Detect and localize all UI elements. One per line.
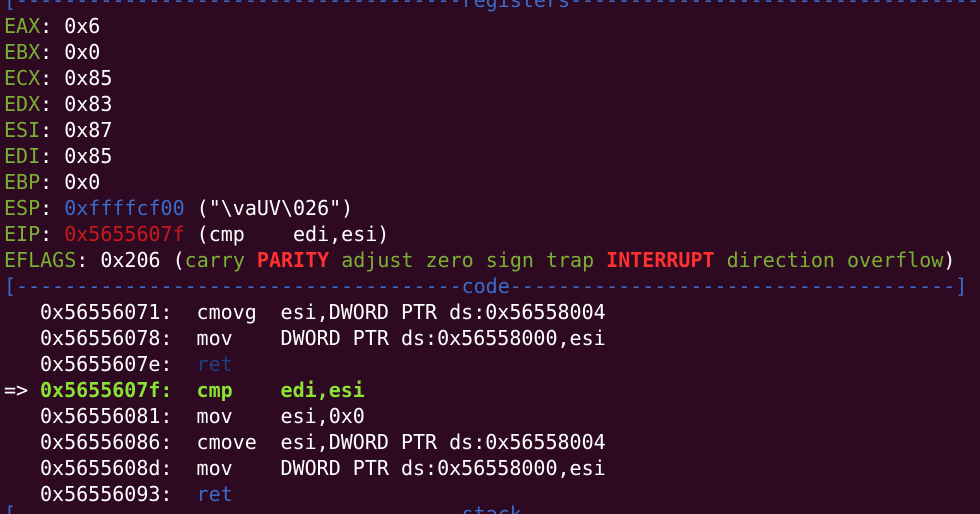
register-value: 0x5655607f	[64, 222, 185, 246]
code-separator: [-------------------------------------co…	[4, 274, 968, 298]
instruction-operands: esi,DWORD PTR ds:0x56558004	[280, 430, 606, 454]
flag-trap: trap	[545, 248, 595, 272]
stack-dashes-right: ---------------------------------------]	[521, 502, 980, 514]
register-deref: (cmp edi,esi)	[184, 222, 390, 246]
instruction-operands: edi,esi	[280, 378, 365, 402]
instruction-mnemonic: cmp	[196, 378, 233, 402]
instruction-operands: esi,DWORD PTR ds:0x56558004	[280, 300, 606, 324]
code-dashes-right: -------------------------------------]	[509, 274, 968, 298]
instruction-line: 0x56556078: mov DWORD PTR ds:0x56558000,e…	[4, 325, 606, 351]
register-value: 0xffffcf00	[64, 196, 185, 220]
register-edi: EDI: 0x85	[4, 144, 113, 168]
register-ecx: ECX: 0x85	[4, 66, 113, 90]
instruction-operands: esi,0x0	[280, 404, 365, 428]
flag-adjust: adjust	[341, 248, 414, 272]
register-name: EBX	[4, 40, 41, 64]
instruction-address: 0x5655607f:	[40, 378, 173, 402]
instruction-line: 0x5655608d: mov DWORD PTR ds:0x56558000,e…	[4, 455, 606, 481]
flag-overflow: overflow	[847, 248, 944, 272]
register-value: 0x6	[64, 14, 101, 38]
instruction-operands: DWORD PTR ds:0x56558000,esi	[280, 456, 606, 480]
register-edx: EDX: 0x83	[4, 92, 113, 116]
register-eip: EIP: 0x5655607f (cmp edi,esi)	[4, 222, 390, 246]
instruction-mnemonic: mov	[196, 404, 233, 428]
flag-zero: zero	[425, 248, 474, 272]
instruction-operands: DWORD PTR ds:0x56558000,esi	[280, 326, 606, 350]
eflags-value: 0x206	[100, 248, 161, 272]
register-ebp: EBP: 0x0	[4, 170, 101, 194]
instruction-line: 0x56556071: cmovg esi,DWORD PTR ds:0x5655…	[4, 299, 606, 325]
flag-carry: carry	[184, 248, 245, 272]
register-name: EIP	[4, 222, 41, 246]
register-name: ESP	[4, 196, 41, 220]
register-value: 0x0	[64, 170, 101, 194]
flag-direction: direction	[726, 248, 835, 272]
instruction-mnemonic: ret	[196, 352, 233, 376]
instruction-address: 0x5655608d:	[40, 456, 173, 480]
register-esi: ESI: 0x87	[4, 118, 113, 142]
eflags-line: EFLAGS: 0x206 (carry PARITY adjust zero …	[4, 248, 956, 272]
instruction-mnemonic: cmove	[196, 430, 257, 454]
register-value: 0x87	[64, 118, 113, 142]
flag-parity: PARITY	[256, 248, 330, 272]
register-name: EAX	[4, 14, 41, 38]
instruction-address: 0x56556081:	[40, 404, 173, 428]
register-name: ESI	[4, 118, 41, 142]
code-dashes-left: -------------------------------------	[16, 274, 462, 298]
instruction-line: 0x5655607e: ret	[4, 351, 281, 377]
register-value: 0x0	[64, 40, 101, 64]
instruction-line: 0x56556086: cmove esi,DWORD PTR ds:0x5655…	[4, 429, 606, 455]
register-name: EBP	[4, 170, 41, 194]
register-value: 0x83	[64, 92, 113, 116]
register-deref: ("\vaUV\026")	[184, 196, 354, 220]
registers-dashes-right: ----------------------------------------…	[569, 0, 980, 12]
instruction-mnemonic: mov	[196, 326, 233, 350]
code-title: code	[461, 274, 510, 298]
instruction-mnemonic: mov	[196, 456, 233, 480]
register-value: 0x85	[64, 144, 113, 168]
register-eax: EAX: 0x6	[4, 14, 101, 38]
current-instruction: => 0x5655607f: cmp edi,esi	[4, 377, 365, 403]
stack-dashes-left: -------------------------------------	[16, 502, 462, 514]
eflags-label: EFLAGS	[4, 248, 77, 272]
instruction-address: 0x56556086:	[40, 430, 173, 454]
instruction-line: 0x56556081: mov esi,0x0	[4, 403, 365, 429]
register-ebx: EBX: 0x0	[4, 40, 101, 64]
instruction-address: 0x56556071:	[40, 300, 173, 324]
register-value: 0x85	[64, 66, 113, 90]
registers-dashes-left: -------------------------------------	[16, 0, 462, 12]
instruction-address: 0x56556078:	[40, 326, 173, 350]
registers-title: registers	[461, 0, 570, 12]
register-name: ECX	[4, 66, 41, 90]
stack-title: stack	[461, 502, 522, 514]
stack-separator: [-------------------------------------st…	[4, 501, 980, 514]
flag-sign: sign	[485, 248, 534, 272]
eflags-flags: carry PARITY adjust zero sign trap INTER…	[185, 248, 944, 272]
register-name: EDX	[4, 92, 41, 116]
instruction-mnemonic: cmovg	[196, 300, 257, 324]
flag-interrupt: INTERRUPT	[606, 248, 715, 272]
instruction-address: 0x5655607e:	[40, 352, 173, 376]
registers-separator: [-------------------------------------re…	[4, 0, 980, 13]
terminal-window[interactable]: [-------------------------------------re…	[0, 0, 980, 514]
register-esp: ESP: 0xffffcf00 ("\vaUV\026")	[4, 196, 354, 220]
instruction-arrow: =>	[4, 378, 29, 402]
register-name: EDI	[4, 144, 41, 168]
